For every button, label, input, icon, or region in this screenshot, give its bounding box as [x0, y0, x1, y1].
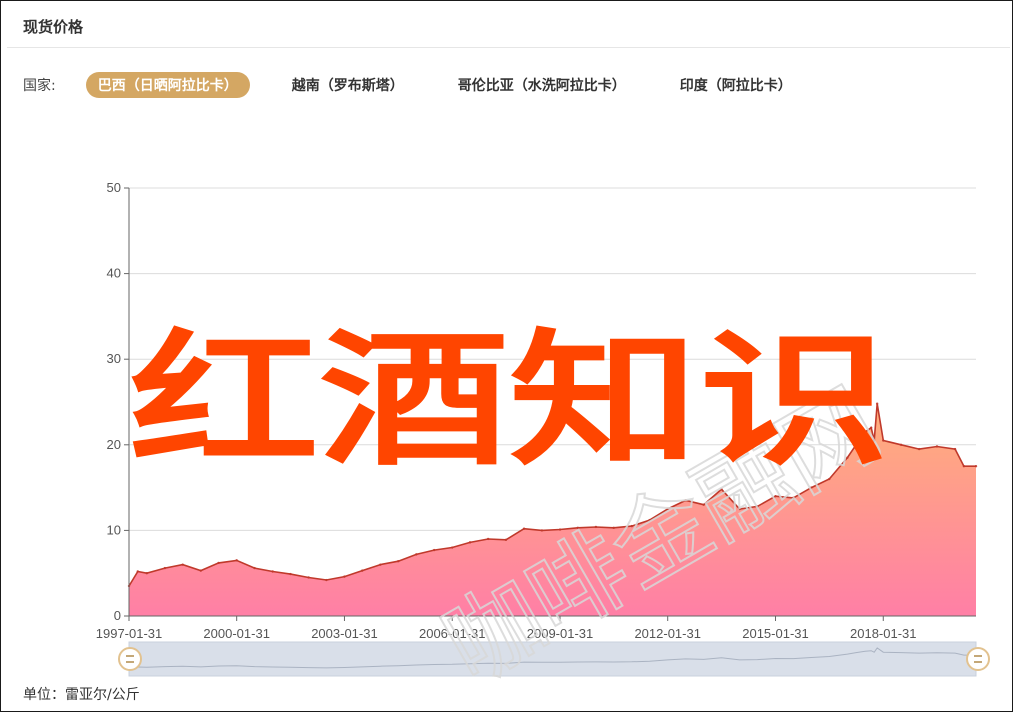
series-point	[486, 537, 490, 541]
x-tick-label: 2003-01-31	[311, 626, 378, 641]
y-tick-label: 30	[107, 351, 121, 366]
series-point	[235, 559, 238, 562]
series-point	[974, 465, 978, 468]
overlay-text: 红酒知识	[129, 316, 889, 486]
x-tick-label: 2015-01-31	[742, 626, 809, 641]
series-point	[379, 563, 382, 566]
series-point	[397, 560, 400, 563]
series-point	[199, 569, 202, 572]
series-point	[962, 465, 966, 468]
series-point	[415, 553, 418, 556]
zoom-handle-circle	[966, 647, 990, 671]
spot-price-panel: 现货价格 国家: 巴西（日晒阿拉比卡） 越南（罗布斯塔） 哥伦比亚（水洗阿拉比卡…	[0, 0, 1013, 712]
series-point	[468, 541, 472, 544]
unit-label: 单位：雷亚尔/公斤	[23, 687, 140, 703]
series-point	[289, 572, 292, 576]
series-point	[253, 566, 256, 570]
y-tick-label: 0	[114, 608, 121, 623]
series-point	[361, 569, 364, 572]
series-point	[136, 570, 139, 573]
series-point	[432, 548, 436, 552]
y-tick-label: 20	[107, 437, 121, 452]
price-chart: 0 10 20 30 40 50 1997-01-31 2000-01-31 2003-01-3…	[96, 180, 990, 706]
y-tick-label: 50	[107, 180, 121, 195]
series-point	[504, 538, 508, 542]
series-point	[522, 527, 526, 530]
series-point	[953, 447, 957, 451]
series-point	[540, 529, 544, 532]
series-point	[917, 447, 921, 451]
y-tick-label: 40	[107, 266, 121, 281]
y-tick-label: 10	[107, 522, 121, 537]
series-point	[899, 443, 903, 446]
series-point	[343, 575, 346, 578]
x-tick-label: 1997-01-31	[96, 626, 163, 641]
series-point	[181, 563, 184, 566]
series-point	[271, 570, 274, 573]
series-point	[163, 566, 167, 570]
zoom-handle-circle	[118, 647, 142, 671]
x-tick-label: 2000-01-31	[203, 626, 270, 641]
series-point	[307, 576, 310, 579]
series-point	[935, 445, 939, 448]
data-zoom-handle-left[interactable]	[118, 647, 142, 671]
series-point	[217, 561, 220, 565]
series-point	[325, 578, 328, 582]
x-tick-label: 2018-01-31	[850, 626, 917, 641]
x-tick-label: 2012-01-31	[634, 626, 701, 641]
data-zoom-handle-right[interactable]	[966, 647, 990, 671]
series-point	[145, 572, 148, 575]
series-point	[451, 546, 454, 549]
